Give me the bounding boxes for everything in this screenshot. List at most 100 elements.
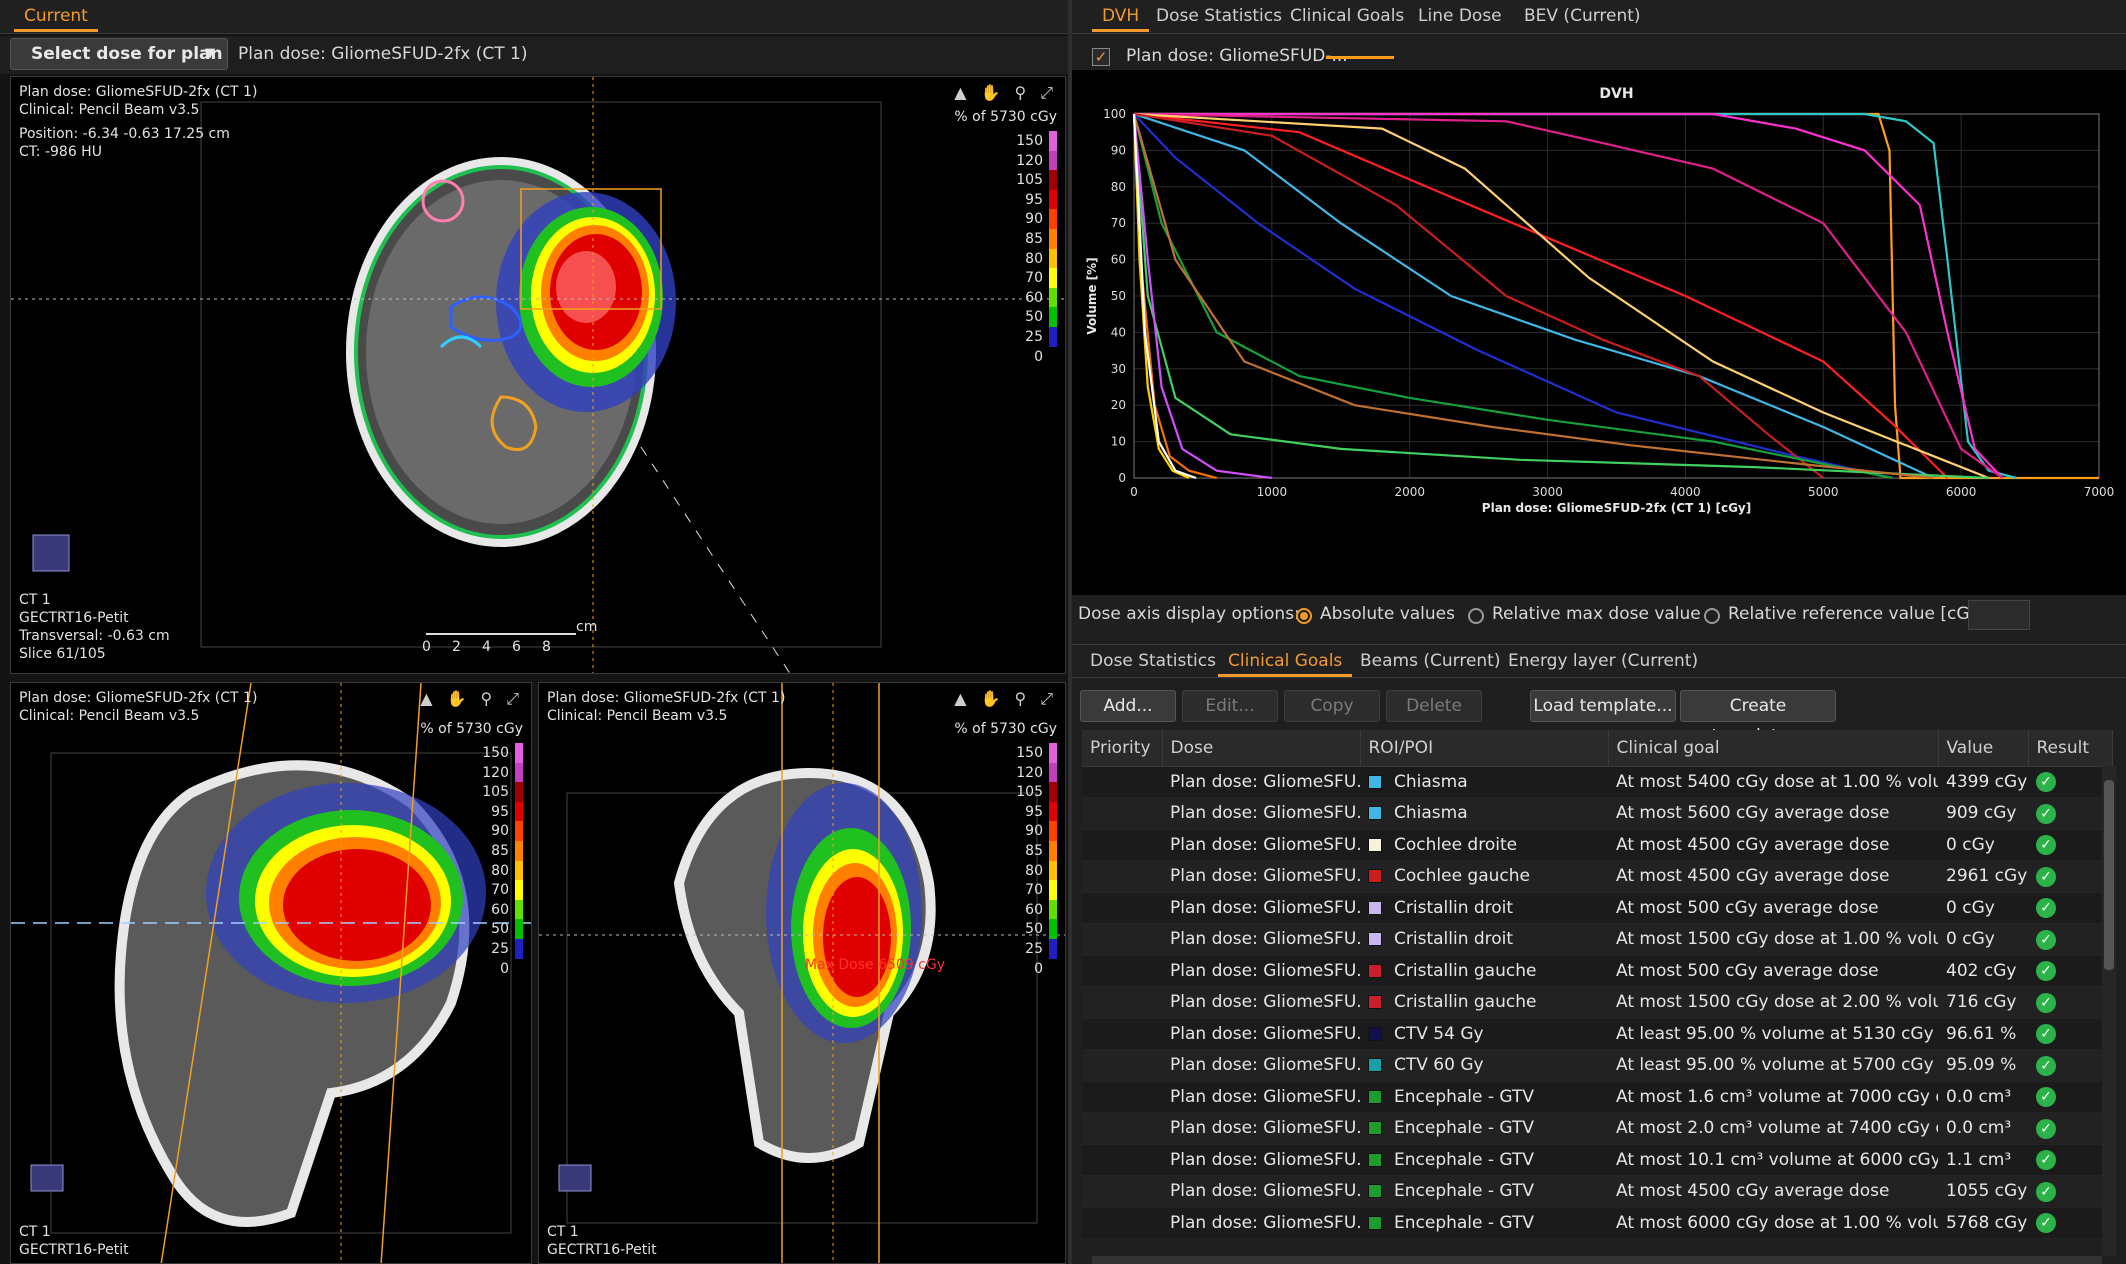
- roi-color-swatch: [1368, 963, 1382, 978]
- row-dose: Plan dose: GliomeSFU...: [1162, 1175, 1360, 1208]
- dose-levels-icon[interactable]: ▲: [954, 689, 966, 709]
- row-dose: Plan dose: GliomeSFU...: [1162, 1081, 1360, 1113]
- table-row[interactable]: Plan dose: GliomeSFU... Chiasma At most 56…: [1082, 797, 2112, 830]
- view-tools: ▲ ✋ ⚲ ⤢: [954, 83, 1053, 103]
- col-priority[interactable]: Priority: [1082, 730, 1163, 767]
- row-value: 0 cGy: [1938, 892, 2028, 924]
- row-goal: At most 500 cGy average dose: [1608, 892, 1938, 924]
- radio-absolute[interactable]: [1296, 608, 1312, 624]
- legend-swatch: [1049, 327, 1057, 347]
- dvh-checkbox[interactable]: ✓: [1092, 48, 1110, 66]
- row-roi: Chiasma: [1360, 766, 1608, 798]
- table-row[interactable]: Plan dose: GliomeSFU... Cochlee droite At …: [1082, 829, 2112, 861]
- col-roi[interactable]: ROI/POI: [1360, 730, 1609, 767]
- tab-bev[interactable]: BEV (Current): [1514, 0, 1651, 32]
- reference-value-input[interactable]: [1968, 600, 2030, 630]
- delete-goal-button[interactable]: Delete: [1386, 690, 1482, 722]
- legend-label: 150: [1016, 745, 1043, 761]
- tab-dose-statistics-bottom[interactable]: Dose Statistics: [1080, 645, 1226, 677]
- col-goal[interactable]: Clinical goal: [1608, 730, 1939, 767]
- zoom-icon[interactable]: ⚲: [1014, 83, 1026, 103]
- legend-swatch: [1049, 131, 1057, 151]
- row-value: 716 cGy: [1938, 986, 2028, 1019]
- legend-label: 120: [1016, 764, 1043, 781]
- copy-goal-button[interactable]: Copy: [1284, 690, 1380, 722]
- pan-hand-icon[interactable]: ✋: [981, 689, 1001, 709]
- viewer-tabbar: Current: [0, 0, 1068, 34]
- tab-clinical-goals-bottom[interactable]: Clinical Goals: [1218, 645, 1353, 677]
- table-row[interactable]: Plan dose: GliomeSFU... Encephale - GTV At…: [1082, 1081, 2112, 1113]
- zoom-icon[interactable]: ⚲: [1014, 689, 1026, 709]
- tab-dvh[interactable]: DVH: [1092, 0, 1150, 32]
- bottom-tabbar: Dose Statistics Clinical Goals Beams (Cu…: [1072, 644, 2126, 678]
- legend-swatch: [515, 841, 523, 861]
- analysis-tabbar: DVH Dose Statistics Clinical Goals Line …: [1072, 0, 2126, 34]
- check-icon: ✓: [2036, 961, 2056, 982]
- edit-goal-button[interactable]: Edit...: [1182, 690, 1278, 722]
- table-row[interactable]: Plan dose: GliomeSFU... Encephale - GTV At…: [1082, 1144, 2112, 1176]
- tab-beams[interactable]: Beams (Current): [1350, 645, 1510, 677]
- pan-hand-icon[interactable]: ✋: [981, 83, 1001, 103]
- y-axis-label: Volume [%]: [1085, 257, 1099, 334]
- zoom-icon[interactable]: ⚲: [480, 689, 492, 709]
- horizontal-scrollbar[interactable]: [1092, 1256, 2102, 1264]
- ruler-label: 0: [422, 639, 431, 655]
- table-row[interactable]: Plan dose: GliomeSFU... Encephale - GTV At…: [1082, 1175, 2112, 1208]
- col-value[interactable]: Value: [1938, 730, 2029, 767]
- tab-line-dose[interactable]: Line Dose: [1408, 0, 1512, 32]
- table-row[interactable]: Plan dose: GliomeSFU... Chiasma At most 54…: [1082, 766, 2112, 798]
- load-template-button[interactable]: Load template...: [1530, 690, 1676, 722]
- row-dose: Plan dose: GliomeSFU...: [1162, 1144, 1360, 1176]
- sagittal-view[interactable]: Plan dose: GliomeSFUD-2fx (CT 1) Clinica…: [10, 682, 532, 1264]
- legend-label: 70: [1025, 882, 1043, 899]
- dose-levels-icon[interactable]: ▲: [954, 83, 966, 103]
- table-row[interactable]: Plan dose: GliomeSFU... Encephale - GTV At…: [1082, 1112, 2112, 1145]
- row-result: ✓: [2028, 955, 2112, 987]
- legend-swatch: [1049, 899, 1057, 920]
- dose-levels-icon[interactable]: ▲: [420, 689, 432, 709]
- legend-swatch: [1049, 189, 1057, 210]
- row-dose: Plan dose: GliomeSFU...: [1162, 829, 1360, 861]
- row-dose: Plan dose: GliomeSFU...: [1162, 892, 1360, 924]
- roi-color-swatch: [1368, 774, 1382, 789]
- table-row[interactable]: Plan dose: GliomeSFU... CTV 54 Gy At least…: [1082, 1018, 2112, 1050]
- maximize-icon[interactable]: ⤢: [1040, 83, 1053, 103]
- add-goal-button[interactable]: Add...: [1080, 690, 1176, 722]
- dvh-dose-label: Plan dose: GliomeSFUD-...: [1126, 46, 1348, 66]
- table-scrollbar[interactable]: [2102, 766, 2116, 1256]
- x-tick-label: 7000: [2084, 485, 2115, 499]
- radio-relative-reference[interactable]: [1704, 608, 1720, 624]
- row-dose: Plan dose: GliomeSFU...: [1162, 860, 1360, 893]
- col-result[interactable]: Result: [2028, 730, 2113, 767]
- table-row[interactable]: Plan dose: GliomeSFU... CTV 60 Gy At least…: [1082, 1049, 2112, 1082]
- check-icon: ✓: [2036, 803, 2056, 824]
- row-goal: At most 6000 cGy dose at 1.00 % volume: [1608, 1207, 1938, 1239]
- col-dose[interactable]: Dose: [1162, 730, 1361, 767]
- tab-current[interactable]: Current: [14, 0, 98, 32]
- row-result: ✓: [2028, 923, 2112, 956]
- dose-axis-label: Dose axis display options:: [1078, 604, 1300, 624]
- radio-relative-max[interactable]: [1468, 608, 1484, 624]
- table-row[interactable]: Plan dose: GliomeSFU... Cristallin droit A…: [1082, 923, 2112, 956]
- create-template-button[interactable]: Create template...: [1680, 690, 1836, 746]
- tab-energy-layer[interactable]: Energy layer (Current): [1498, 645, 1708, 677]
- legend-label: 120: [482, 764, 509, 781]
- select-dose-dropdown[interactable]: Select dose for plan ▼: [10, 38, 228, 70]
- table-row[interactable]: Plan dose: GliomeSFU... Cristallin droit A…: [1082, 892, 2112, 924]
- pan-hand-icon[interactable]: ✋: [447, 689, 467, 709]
- row-result: ✓: [2028, 1018, 2112, 1050]
- legend-label: 60: [1025, 901, 1043, 918]
- maximize-icon[interactable]: ⤢: [506, 689, 519, 709]
- scrollbar-thumb[interactable]: [2104, 780, 2114, 970]
- legend-swatch: [515, 743, 523, 763]
- tab-dose-statistics[interactable]: Dose Statistics: [1146, 0, 1292, 32]
- tab-clinical-goals[interactable]: Clinical Goals: [1280, 0, 1414, 32]
- roi-color-swatch: [1368, 1184, 1382, 1199]
- table-row[interactable]: Plan dose: GliomeSFU... Encephale - GTV At…: [1082, 1207, 2112, 1239]
- coronal-view[interactable]: Plan dose: GliomeSFUD-2fx (CT 1) Clinica…: [538, 682, 1066, 1264]
- transversal-view[interactable]: Plan dose: GliomeSFUD-2fx (CT 1) Clinica…: [10, 76, 1066, 674]
- maximize-icon[interactable]: ⤢: [1040, 689, 1053, 709]
- table-row[interactable]: Plan dose: GliomeSFU... Cochlee gauche At …: [1082, 860, 2112, 893]
- table-row[interactable]: Plan dose: GliomeSFU... Cristallin gauche…: [1082, 986, 2112, 1019]
- table-row[interactable]: Plan dose: GliomeSFU... Cristallin gauche…: [1082, 955, 2112, 987]
